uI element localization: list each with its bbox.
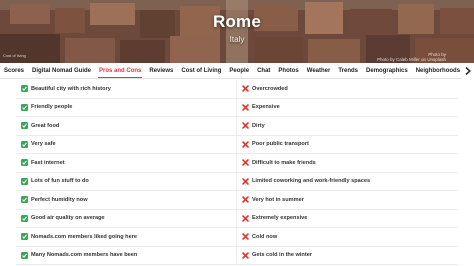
- pros-cons-row: Nomads.com members liked going here Cold …: [16, 228, 458, 247]
- photo-credit-line2: Photo by Caleb Miller on Unsplash: [376, 57, 446, 62]
- con-item: Expensive: [237, 99, 458, 117]
- pro-item-text: Fast internet: [31, 159, 65, 166]
- cross-mark-icon: [242, 140, 249, 148]
- con-item-text: Very hot in summer: [252, 196, 304, 203]
- check-mark-icon: [21, 159, 28, 167]
- con-item-text: Cold now: [252, 233, 278, 240]
- pro-item: Lots of fun stuff to do: [16, 172, 237, 190]
- pro-item: Nomads.com members liked going here: [16, 228, 237, 246]
- con-item: Overcrowded: [237, 80, 458, 98]
- pros-cons-row: Fast internet Difficult to make friends: [16, 154, 458, 173]
- check-mark-icon: [21, 233, 28, 241]
- chevron-right-icon: [465, 67, 471, 75]
- pros-cons-row: Beautiful city with rich history Overcrow…: [16, 80, 458, 99]
- cross-mark-icon: [242, 196, 249, 204]
- check-mark-icon: [21, 214, 28, 222]
- hero-banner: Rome Italy Cost of living Photo by Photo…: [0, 0, 474, 63]
- pros-cons-row: Friendly people Expensive: [16, 98, 458, 117]
- tab-photos[interactable]: Photos: [274, 63, 302, 78]
- con-item: Poor public transport: [237, 136, 458, 154]
- tab-neighborhoods[interactable]: Neighborhoods: [412, 63, 464, 78]
- con-item-text: Expensive: [252, 104, 280, 111]
- cross-mark-icon: [242, 251, 249, 259]
- photo-credit[interactable]: Photo by Photo by Caleb Miller on Unspla…: [377, 52, 446, 62]
- con-item-text: Poor public transport: [252, 141, 309, 148]
- check-mark-icon: [21, 122, 28, 130]
- tab-demographics[interactable]: Demographics: [362, 63, 412, 78]
- photo-caption-left: Cost of living: [3, 53, 26, 58]
- con-item: Difficult to make friends: [237, 154, 458, 172]
- pros-cons-table: Beautiful city with rich history Overcrow…: [16, 80, 458, 265]
- pros-cons-row: Very safe Poor public transport: [16, 135, 458, 154]
- pro-item-text: Nomads.com members liked going here: [31, 233, 137, 240]
- check-mark-icon: [21, 140, 28, 148]
- tab-pros-and-cons[interactable]: Pros and Cons: [95, 63, 145, 78]
- cross-mark-icon: [242, 177, 249, 185]
- pro-item: Great food: [16, 117, 237, 135]
- cross-mark-icon: [242, 159, 249, 167]
- check-mark-icon: [21, 177, 28, 185]
- cross-mark-icon: [242, 233, 249, 241]
- con-item-text: Limited coworking and work-friendly spac…: [252, 178, 371, 185]
- con-item-text: Overcrowded: [252, 85, 288, 92]
- pro-item-text: Friendly people: [31, 104, 73, 111]
- cross-mark-icon: [242, 214, 249, 222]
- pro-item: Perfect humidity now: [16, 191, 237, 209]
- cross-mark-icon: [242, 103, 249, 111]
- pro-item: Friendly people: [16, 98, 237, 116]
- tab-people[interactable]: People: [225, 63, 253, 78]
- check-mark-icon: [21, 85, 28, 93]
- pros-cons-row: Great food Dirty: [16, 117, 458, 136]
- cross-mark-icon: [242, 122, 249, 130]
- pro-item-text: Good air quality on average: [31, 215, 105, 222]
- con-item: Extremely expensive: [237, 210, 458, 228]
- tabs-scroll-right-button[interactable]: [462, 63, 474, 79]
- pros-cons-row: Lots of fun stuff to do Limited coworking…: [16, 172, 458, 191]
- tab-trends[interactable]: Trends: [334, 63, 362, 78]
- tab-weather[interactable]: Weather: [303, 63, 335, 78]
- con-item: Dirty: [237, 117, 458, 135]
- con-item-text: Gets cold in the winter: [252, 252, 312, 259]
- tab-digital-nomad-guide[interactable]: Digital Nomad Guide: [28, 63, 95, 78]
- con-item: Very hot in summer: [237, 191, 458, 209]
- con-item: Cold now: [237, 228, 458, 246]
- tab-scores[interactable]: Scores: [0, 63, 28, 78]
- pro-item: Good air quality on average: [16, 209, 237, 227]
- pro-item-text: Many Nomads.com members have been: [31, 252, 138, 259]
- pro-item-text: Great food: [31, 122, 60, 129]
- tab-reviews[interactable]: Reviews: [145, 63, 177, 78]
- pro-item-text: Beautiful city with rich history: [31, 85, 111, 92]
- country-subtitle: Italy: [229, 35, 245, 44]
- pro-item: Beautiful city with rich history: [16, 80, 237, 98]
- check-mark-icon: [21, 196, 28, 204]
- con-item: Limited coworking and work-friendly spac…: [237, 173, 458, 191]
- city-title: Rome: [212, 12, 262, 31]
- pro-item-text: Lots of fun stuff to do: [31, 178, 89, 185]
- cross-mark-icon: [242, 85, 249, 93]
- tab-cost-of-living[interactable]: Cost of Living: [177, 63, 225, 78]
- check-mark-icon: [21, 251, 28, 259]
- con-item: Gets cold in the winter: [237, 247, 458, 265]
- pro-item: Very safe: [16, 135, 237, 153]
- pros-cons-row: Good air quality on average Extremely exp…: [16, 209, 458, 228]
- section-tabs: Scores Digital Nomad Guide Pros and Cons Re…: [0, 63, 474, 79]
- pro-item: Fast internet: [16, 154, 237, 172]
- con-item-text: Difficult to make friends: [252, 159, 316, 166]
- pros-cons-row: Perfect humidity now Very hot in summer: [16, 191, 458, 210]
- tab-chat[interactable]: Chat: [253, 63, 274, 78]
- pros-cons-row: Many Nomads.com members have been Gets co…: [16, 246, 458, 265]
- pro-item-text: Very safe: [31, 141, 56, 148]
- con-item-text: Extremely expensive: [252, 215, 308, 222]
- check-mark-icon: [21, 103, 28, 111]
- pro-item-text: Perfect humidity now: [31, 196, 88, 203]
- pro-item: Many Nomads.com members have been: [16, 246, 237, 264]
- con-item-text: Dirty: [252, 122, 265, 129]
